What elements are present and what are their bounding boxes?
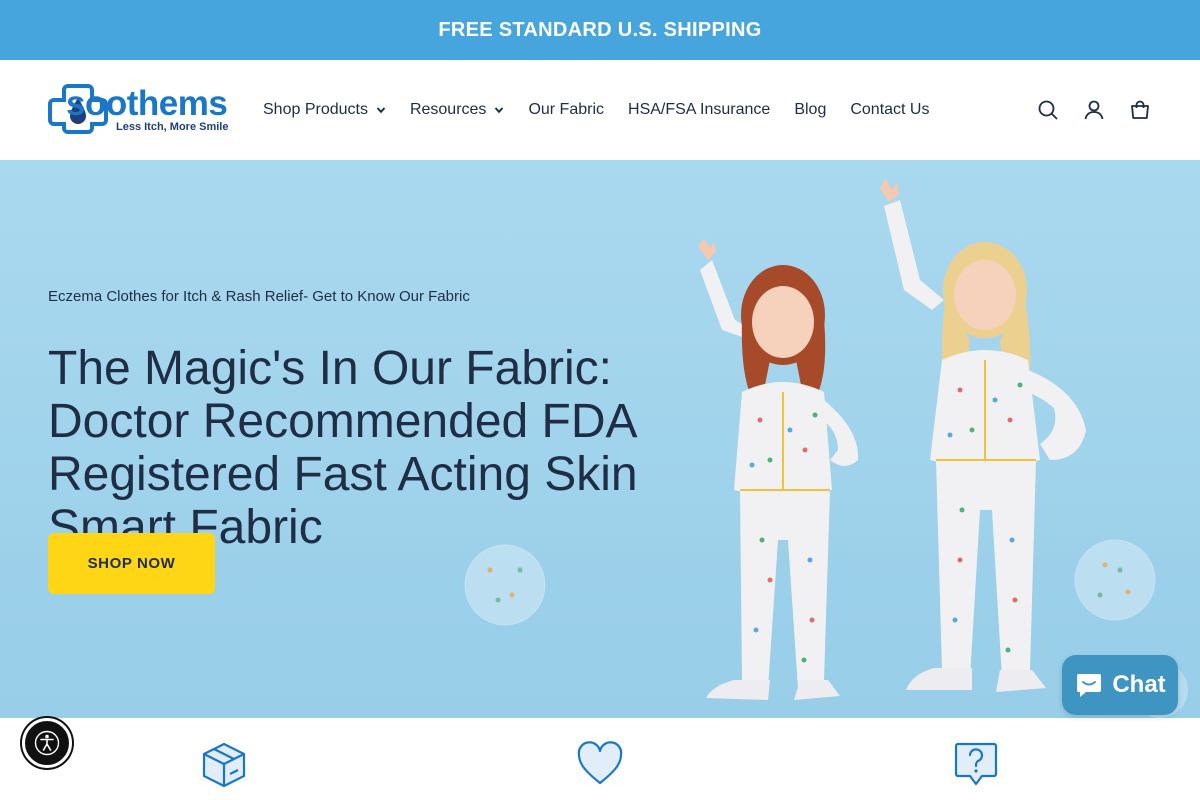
nav-label: Our Fabric [528, 101, 605, 118]
brand-name[interactable]: soothems [66, 86, 228, 121]
nav-resources[interactable]: Resources [410, 101, 504, 119]
search-icon[interactable] [1036, 98, 1060, 122]
nav-contact-us[interactable]: Contact Us [850, 101, 929, 119]
header-actions [1036, 98, 1152, 122]
nav-label: Shop Products [263, 101, 368, 118]
nav-label: Contact Us [850, 101, 930, 118]
nav-blog[interactable]: Blog [794, 101, 826, 119]
hero-kicker: Eczema Clothes for Itch & Rash Relief- G… [48, 288, 470, 305]
accessibility-button[interactable] [22, 718, 72, 768]
announcement-bar: FREE STANDARD U.S. SHIPPING [0, 0, 1200, 60]
chevron-down-icon [495, 107, 504, 114]
main-nav: Shop Products Resources Our Fabric HSA/F… [263, 98, 953, 122]
nav-hsa-fsa-insurance[interactable]: HSA/FSA Insurance [628, 101, 770, 119]
chevron-down-icon [376, 107, 386, 114]
brand-tagline: Less Itch, More Smile [116, 121, 229, 133]
features-row [0, 718, 1200, 800]
nav-label: HSA/FSA Insurance [628, 101, 771, 118]
hero-title: The Magic's In Our Fabric: Doctor Recomm… [48, 342, 638, 554]
box-icon [202, 742, 246, 788]
account-icon[interactable] [1082, 98, 1106, 122]
hero-banner: Eczema Clothes for Itch & Rash Relief- G… [0, 160, 1200, 718]
cart-icon[interactable] [1128, 98, 1152, 122]
chat-bubble-icon [1077, 674, 1102, 697]
chat-label: Chat [1112, 671, 1166, 698]
shop-now-button[interactable]: SHOP NOW [48, 533, 215, 594]
accessibility-icon [34, 730, 60, 756]
nav-label: Resources [409, 101, 487, 118]
chat-button[interactable]: Chat [1062, 655, 1178, 715]
nav-label: Blog [794, 101, 827, 118]
nav-shop-products[interactable]: Shop Products [263, 101, 386, 119]
nav-our-fabric[interactable]: Our Fabric [528, 101, 604, 119]
announcement-text: FREE STANDARD U.S. SHIPPING [438, 18, 762, 41]
question-bubble-icon [954, 742, 998, 786]
heart-icon [577, 741, 623, 785]
